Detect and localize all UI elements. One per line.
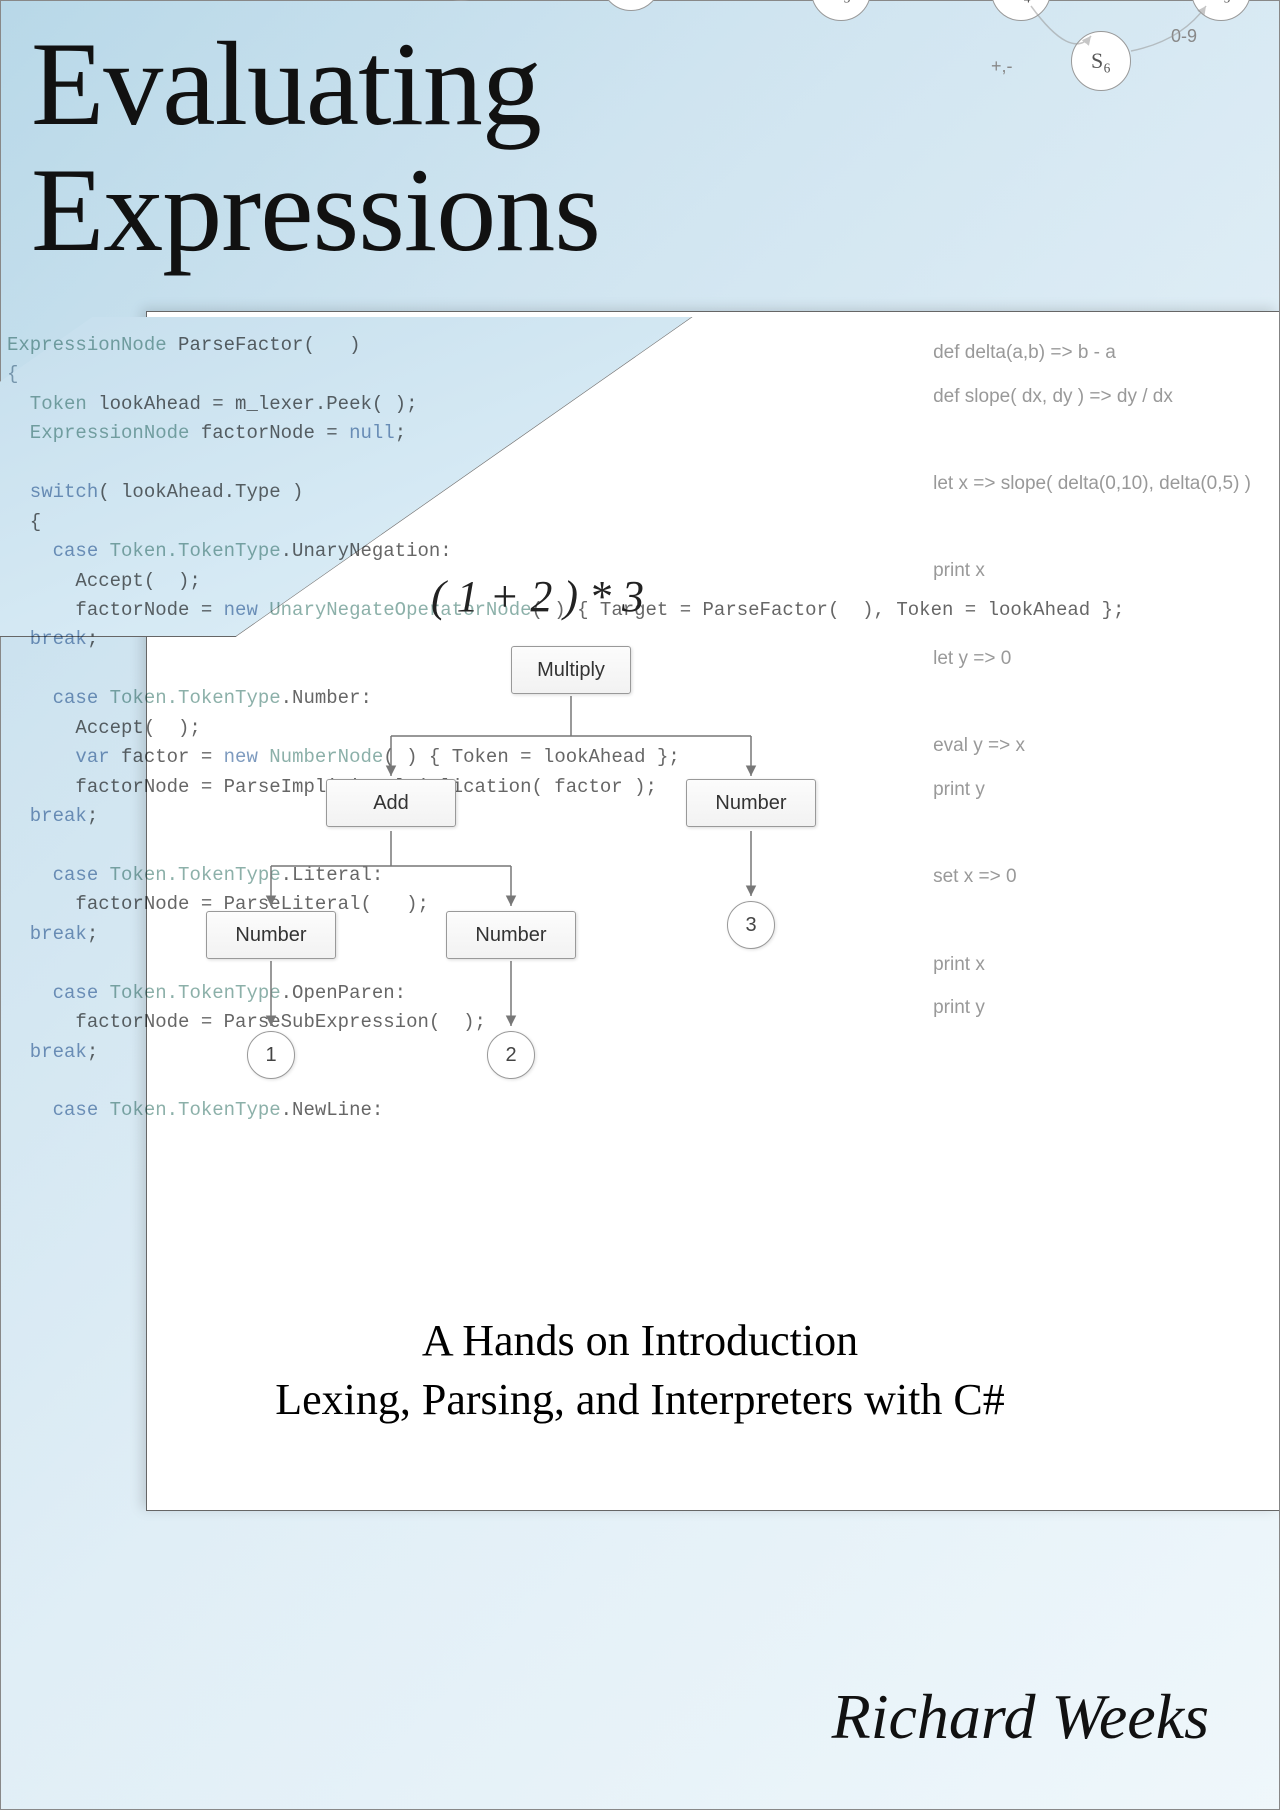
tree-leaf-1: 1: [247, 1031, 295, 1079]
book-title: Evaluating Expressions: [31, 21, 600, 273]
tree-leaf-3: 3: [727, 901, 775, 949]
tree-leaf-2: 2: [487, 1031, 535, 1079]
tree-node-number-ll: Number: [206, 911, 336, 959]
title-line-2: Expressions: [31, 143, 600, 276]
parse-tree-diagram: Multiply Add Number Number Number 1 2 3: [191, 641, 1021, 1211]
tree-node-number-right: Number: [686, 779, 816, 827]
example-expression: ( 1 + 2 ) * 3: [431, 571, 644, 622]
book-subtitle: A Hands on Introduction Lexing, Parsing,…: [1, 1311, 1279, 1430]
subtitle-line-2: Lexing, Parsing, and Interpreters with C…: [275, 1375, 1005, 1424]
tree-node-add: Add: [326, 779, 456, 827]
tree-node-number-lr: Number: [446, 911, 576, 959]
tree-node-multiply: Multiply: [511, 646, 631, 694]
title-line-1: Evaluating: [31, 17, 541, 150]
author-name: Richard Weeks: [832, 1680, 1209, 1754]
subtitle-line-1: A Hands on Introduction: [422, 1316, 858, 1365]
